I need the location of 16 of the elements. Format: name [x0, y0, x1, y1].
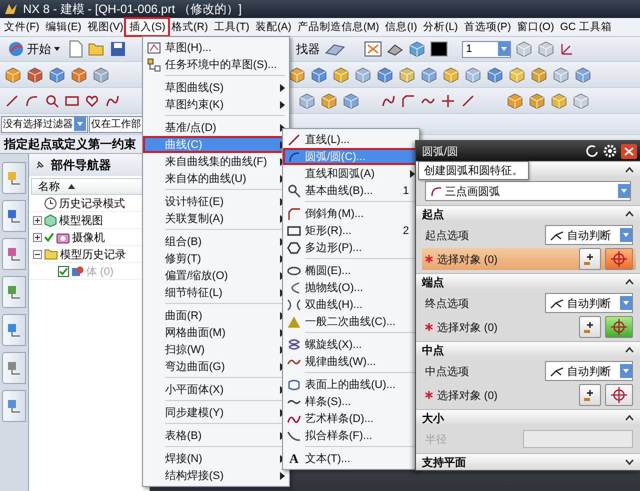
option-label: 终点选项	[425, 296, 470, 310]
selection-label: 选择对象 (0)	[437, 320, 498, 334]
option-label: 起点选项	[425, 228, 470, 242]
navigator-title: 部件导航器	[51, 156, 111, 174]
dialog-title: 圆弧/圆	[422, 144, 460, 158]
selection-label: 选择对象 (0)	[437, 252, 498, 266]
shortcut-key: 2	[402, 224, 415, 236]
field-label: 半径	[425, 432, 448, 446]
text-tool-icon: A	[289, 452, 299, 465]
command-finder-label: 找器	[296, 40, 320, 58]
option-label: 中点选项	[425, 364, 470, 378]
tooltip: 创建圆弧和圆特征。	[418, 161, 529, 180]
window-title: NX 8 - 建模 - [QH-01-006.prt （修改的）]	[23, 0, 242, 18]
shortcut-key: 1	[402, 184, 415, 196]
cue-line-text: 指定起点或定义第一约束	[4, 136, 136, 152]
selection-label: 选择对象 (0)	[437, 388, 498, 402]
